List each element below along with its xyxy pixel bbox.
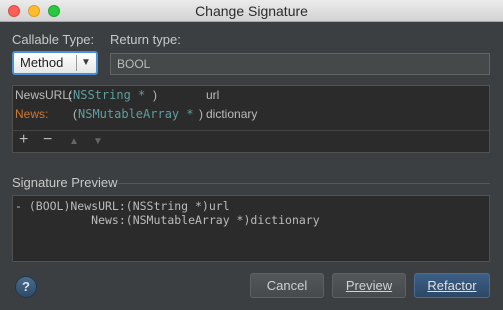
section-divider — [118, 183, 490, 184]
signature-preview: - (BOOL)NewsURL:(NSString *)url News:(NS… — [12, 195, 490, 262]
table-row[interactable]: NewsURL: ( NSString * ) url — [15, 86, 485, 104]
table-row[interactable]: News: ( NSMutableArray * ) dictionary — [15, 105, 485, 123]
return-type-label: Return type: — [110, 32, 181, 47]
param-argument: dictionary — [206, 107, 258, 121]
remove-parameter-button[interactable]: − — [43, 131, 52, 149]
return-type-input[interactable]: BOOL — [110, 53, 490, 75]
param-type: NSMutableArray * — [78, 107, 194, 121]
callable-type-value: Method — [20, 55, 64, 70]
refactor-button[interactable]: Refactor — [414, 273, 490, 298]
cancel-button[interactable]: Cancel — [250, 273, 324, 298]
dropdown-divider — [76, 55, 77, 71]
param-open-paren: ( — [73, 107, 77, 121]
window-title: Change Signature — [195, 3, 308, 19]
title-bar: Change Signature — [0, 0, 503, 22]
param-name: News: — [15, 107, 49, 121]
callable-type-label: Callable Type: — [12, 32, 95, 47]
signature-preview-title: Signature Preview — [12, 175, 118, 190]
param-name: NewsURL: — [15, 88, 73, 102]
move-up-button[interactable]: ▲ — [69, 133, 79, 151]
preview-line-2: News:(NSMutableArray *)dictionary — [15, 213, 320, 227]
chevron-down-icon: ▼ — [81, 57, 91, 68]
preview-button[interactable]: Preview — [332, 273, 406, 298]
param-close-paren: ) — [153, 88, 157, 102]
move-down-button[interactable]: ▼ — [93, 133, 103, 151]
add-parameter-button[interactable]: + — [19, 131, 28, 149]
refactor-button-label: Refactor — [427, 278, 477, 293]
parameters-table: NewsURL: ( NSString * ) url News: ( NSMu… — [12, 85, 490, 153]
help-button[interactable]: ? — [15, 276, 37, 298]
param-open-paren: ( — [68, 88, 72, 102]
preview-line-1: - (BOOL)NewsURL:(NSString *)url — [15, 199, 230, 213]
preview-button-label: Preview — [345, 278, 393, 293]
param-argument: url — [206, 88, 220, 102]
param-type: NSString * — [73, 88, 146, 102]
table-toolbar-divider — [13, 130, 489, 131]
param-close-paren: ) — [199, 107, 203, 121]
callable-type-dropdown[interactable]: Method ▼ — [12, 51, 98, 75]
return-type-value: BOOL — [117, 57, 151, 71]
